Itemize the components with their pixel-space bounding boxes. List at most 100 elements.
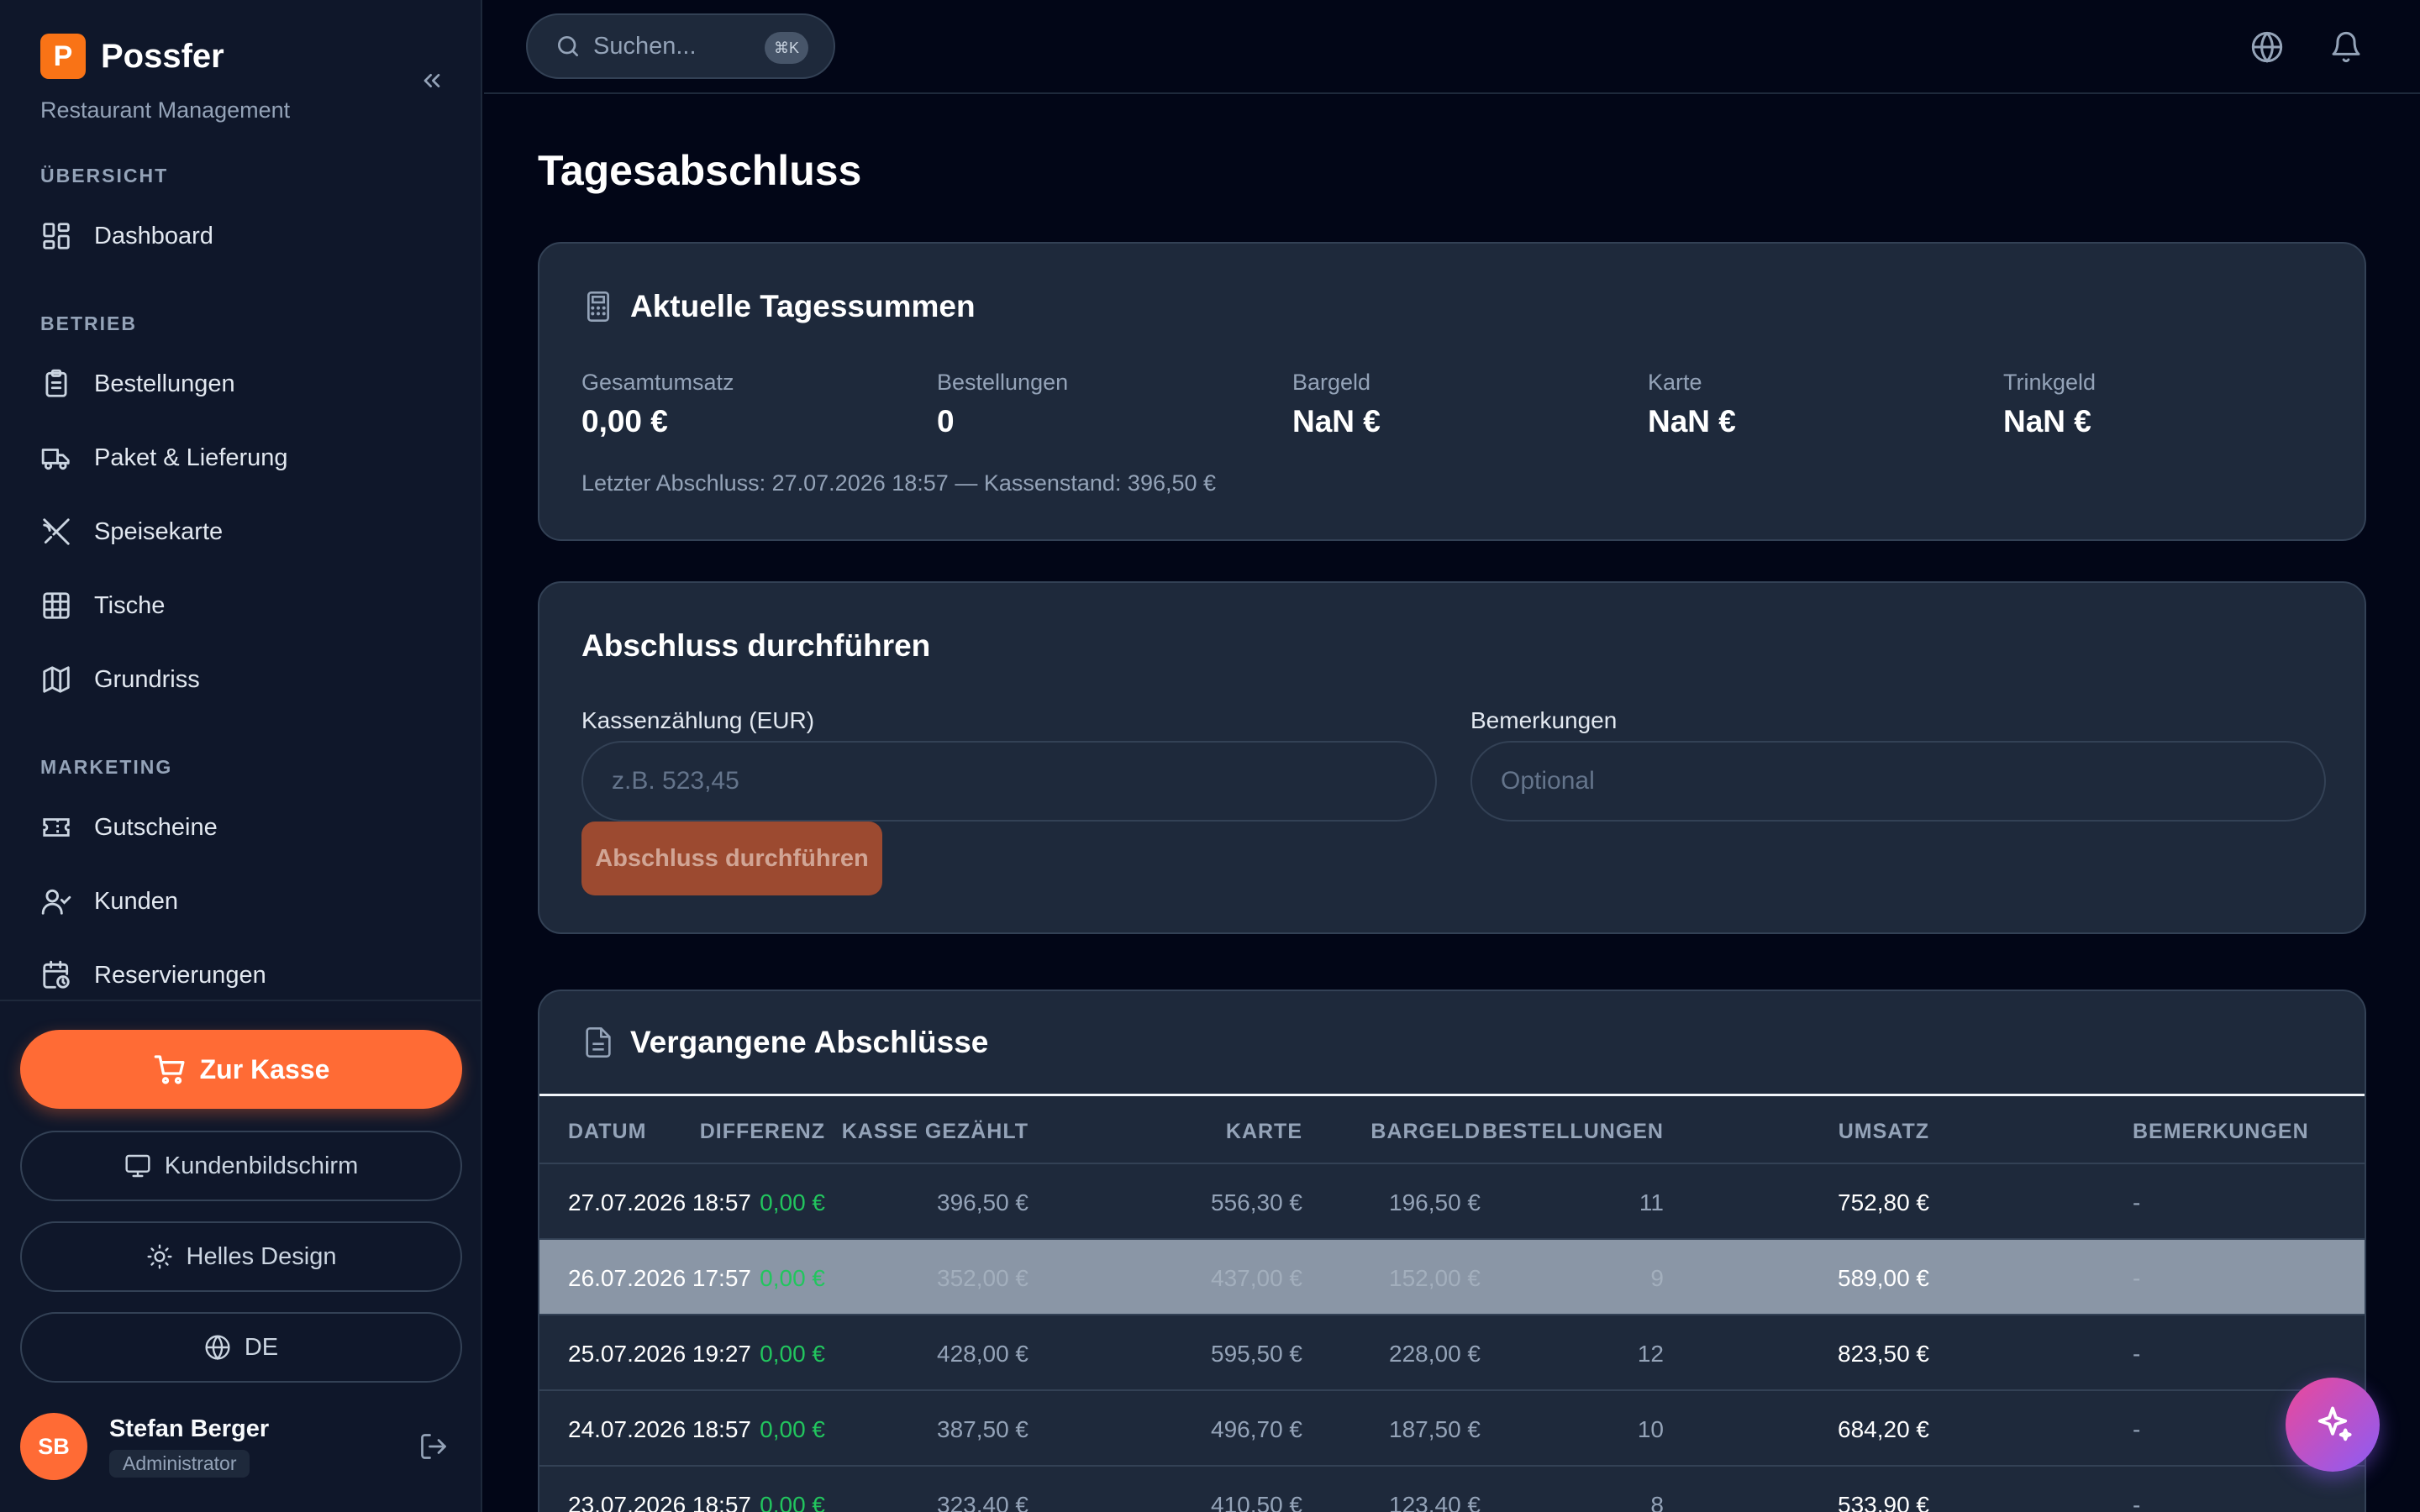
table-cell-cash: 152,00 € xyxy=(1389,1265,1481,1291)
avatar: SB xyxy=(20,1413,87,1480)
user-profile[interactable]: SB Stefan Berger Administrator xyxy=(20,1413,269,1480)
table-cell-cash-counted: 428,00 € xyxy=(937,1341,1028,1367)
sidebar-item-customers[interactable]: Kunden xyxy=(40,880,178,922)
brand-name: Possfer xyxy=(101,37,224,75)
table-cell-card: 595,50 € xyxy=(1211,1341,1302,1367)
table-cell-cash: 123,40 € xyxy=(1389,1492,1481,1512)
nav-section-overview: ÜBERSICHT xyxy=(40,165,169,186)
sidebar-item-label: Grundriss xyxy=(94,665,200,693)
sparkles-icon xyxy=(2317,1406,2352,1441)
sidebar-item-delivery[interactable]: Paket & Lieferung xyxy=(40,437,288,479)
table-row[interactable]: 26.07.2026 17:57 589,00 € 9 152,00 € 437,00 … xyxy=(539,1238,2365,1314)
notes-input[interactable] xyxy=(1470,741,2326,822)
sidebar-item-label: Tische xyxy=(94,591,166,619)
stat-cash: Bargeld NaN € xyxy=(1292,370,1381,438)
col-notes[interactable]: BEMERKUNGEN xyxy=(2133,1120,2309,1144)
table-cell-notes: - xyxy=(2133,1492,2141,1512)
customer-display-button[interactable]: Kundenbildschirm xyxy=(20,1131,462,1201)
topbar: ⌘K xyxy=(484,0,2420,94)
table-cell-notes: - xyxy=(2133,1265,2141,1291)
language-button[interactable]: DE xyxy=(20,1312,462,1383)
col-difference[interactable]: DIFFERENZ xyxy=(700,1120,825,1144)
nav-section-marketing: MARKETING xyxy=(40,756,173,778)
sidebar-item-tables[interactable]: Tische xyxy=(40,585,165,627)
search-input[interactable] xyxy=(593,32,761,60)
table-row[interactable]: 25.07.2026 19:27 823,50 € 12 228,00 € 595,50… xyxy=(539,1314,2365,1389)
col-orders[interactable]: BESTELLUNGEN xyxy=(1482,1120,1664,1144)
sidebar-item-dashboard[interactable]: Dashboard xyxy=(40,215,213,257)
grid-icon xyxy=(40,590,72,622)
sidebar-item-orders[interactable]: Bestellungen xyxy=(40,363,235,405)
pos-button-label: Zur Kasse xyxy=(199,1053,330,1084)
cash-count-input[interactable] xyxy=(581,741,1437,822)
sidebar-item-menu[interactable]: Speisekarte xyxy=(40,511,223,553)
table-cell-date: 26.07.2026 17:57 xyxy=(568,1265,751,1291)
table-cell-orders: 9 xyxy=(1650,1265,1664,1291)
utensils-icon xyxy=(40,516,72,548)
table-row[interactable]: 24.07.2026 18:57 684,20 € 10 187,50 € 496,70… xyxy=(539,1389,2365,1465)
table-cell-revenue: 533,90 € xyxy=(1838,1492,1929,1512)
submit-close-button[interactable]: Abschluss durchführen xyxy=(581,822,882,895)
bell-icon[interactable] xyxy=(2329,30,2363,64)
calendar-clock-icon xyxy=(40,959,72,991)
table-cell-date: 27.07.2026 18:57 xyxy=(568,1189,751,1215)
brand-subtitle: Restaurant Management xyxy=(40,97,291,123)
collapse-sidebar-icon[interactable] xyxy=(418,67,445,94)
sidebar-item-reservations[interactable]: Reservierungen xyxy=(40,954,266,996)
table-cell-cash: 196,50 € xyxy=(1389,1189,1481,1215)
sidebar-item-floorplan[interactable]: Grundriss xyxy=(40,659,200,701)
table-cell-date: 23.07.2026 18:57 xyxy=(568,1492,751,1512)
col-cash-counted[interactable]: KASSE GEZÄHLT xyxy=(842,1120,1028,1144)
last-close-info: Letzter Abschluss: 27.07.2026 18:57 — Ka… xyxy=(581,470,1217,496)
table-cell-card: 437,00 € xyxy=(1211,1265,1302,1291)
table-cell-cash: 228,00 € xyxy=(1389,1341,1481,1367)
search-icon xyxy=(555,33,581,60)
stat-orders: Bestellungen 0 xyxy=(937,370,1069,438)
globe-icon[interactable] xyxy=(2250,30,2284,64)
ai-assistant-button[interactable] xyxy=(2286,1378,2380,1472)
daily-totals-title: Aktuelle Tagessummen xyxy=(581,289,976,324)
dashboard-icon xyxy=(40,220,72,252)
table-cell-revenue: 589,00 € xyxy=(1838,1265,1929,1291)
search-box[interactable]: ⌘K xyxy=(526,13,835,79)
table-row[interactable]: 23.07.2026 18:57 533,90 € 8 123,40 € 410,50 … xyxy=(539,1465,2365,1512)
close-day-card: Abschluss durchführen Kassenzählung (EUR… xyxy=(538,581,2366,934)
col-cash[interactable]: BARGELD xyxy=(1370,1120,1481,1144)
theme-toggle-button[interactable]: Helles Design xyxy=(20,1221,462,1292)
table-cell-cash-counted: 352,00 € xyxy=(937,1265,1028,1291)
clipboard-icon xyxy=(40,368,72,400)
table-cell-date: 25.07.2026 19:27 xyxy=(568,1341,751,1367)
table-cell-difference: 0,00 € xyxy=(760,1265,825,1291)
table-cell-card: 496,70 € xyxy=(1211,1416,1302,1442)
past-closings-card: Vergangene Abschlüsse DATUM UMSATZ BESTELL… xyxy=(538,990,2366,1512)
sidebar-item-label: Reservierungen xyxy=(94,961,266,989)
table-cell-date: 24.07.2026 18:57 xyxy=(568,1416,751,1442)
table-cell-difference: 0,00 € xyxy=(760,1416,825,1442)
sidebar-item-label: Kunden xyxy=(94,887,178,915)
col-card[interactable]: KARTE xyxy=(1226,1120,1302,1144)
cart-icon xyxy=(153,1053,187,1086)
col-date[interactable]: DATUM xyxy=(568,1120,646,1144)
sidebar-item-label: Paket & Lieferung xyxy=(94,444,288,471)
document-icon xyxy=(581,1026,615,1059)
table-cell-cash: 187,50 € xyxy=(1389,1416,1481,1442)
sidebar-item-vouchers[interactable]: Gutscheine xyxy=(40,806,218,848)
logout-icon[interactable] xyxy=(418,1431,449,1462)
monitor-icon xyxy=(124,1152,151,1179)
col-revenue[interactable]: UMSATZ xyxy=(1839,1120,1929,1144)
pos-button[interactable]: Zur Kasse xyxy=(20,1030,462,1109)
cash-count-label: Kassenzählung (EUR) xyxy=(581,707,815,733)
sidebar-item-label: Dashboard xyxy=(94,222,213,249)
notes-label: Bemerkungen xyxy=(1470,707,1618,733)
user-name: Stefan Berger xyxy=(109,1415,270,1442)
language-label: DE xyxy=(244,1333,279,1361)
table-cell-cash-counted: 387,50 € xyxy=(937,1416,1028,1442)
customer-display-label: Kundenbildschirm xyxy=(164,1152,359,1179)
brand[interactable]: P Possfer xyxy=(40,34,224,79)
sidebar: P Possfer Restaurant Management ÜBERSICH… xyxy=(0,0,482,1512)
nav-section-operations: BETRIEB xyxy=(40,312,137,334)
sun-icon xyxy=(146,1243,173,1270)
table-cell-cash-counted: 396,50 € xyxy=(937,1189,1028,1215)
table-row[interactable]: 27.07.2026 18:57 752,80 € 11 196,50 € 556,30… xyxy=(539,1163,2365,1238)
sidebar-item-label: Gutscheine xyxy=(94,813,218,841)
